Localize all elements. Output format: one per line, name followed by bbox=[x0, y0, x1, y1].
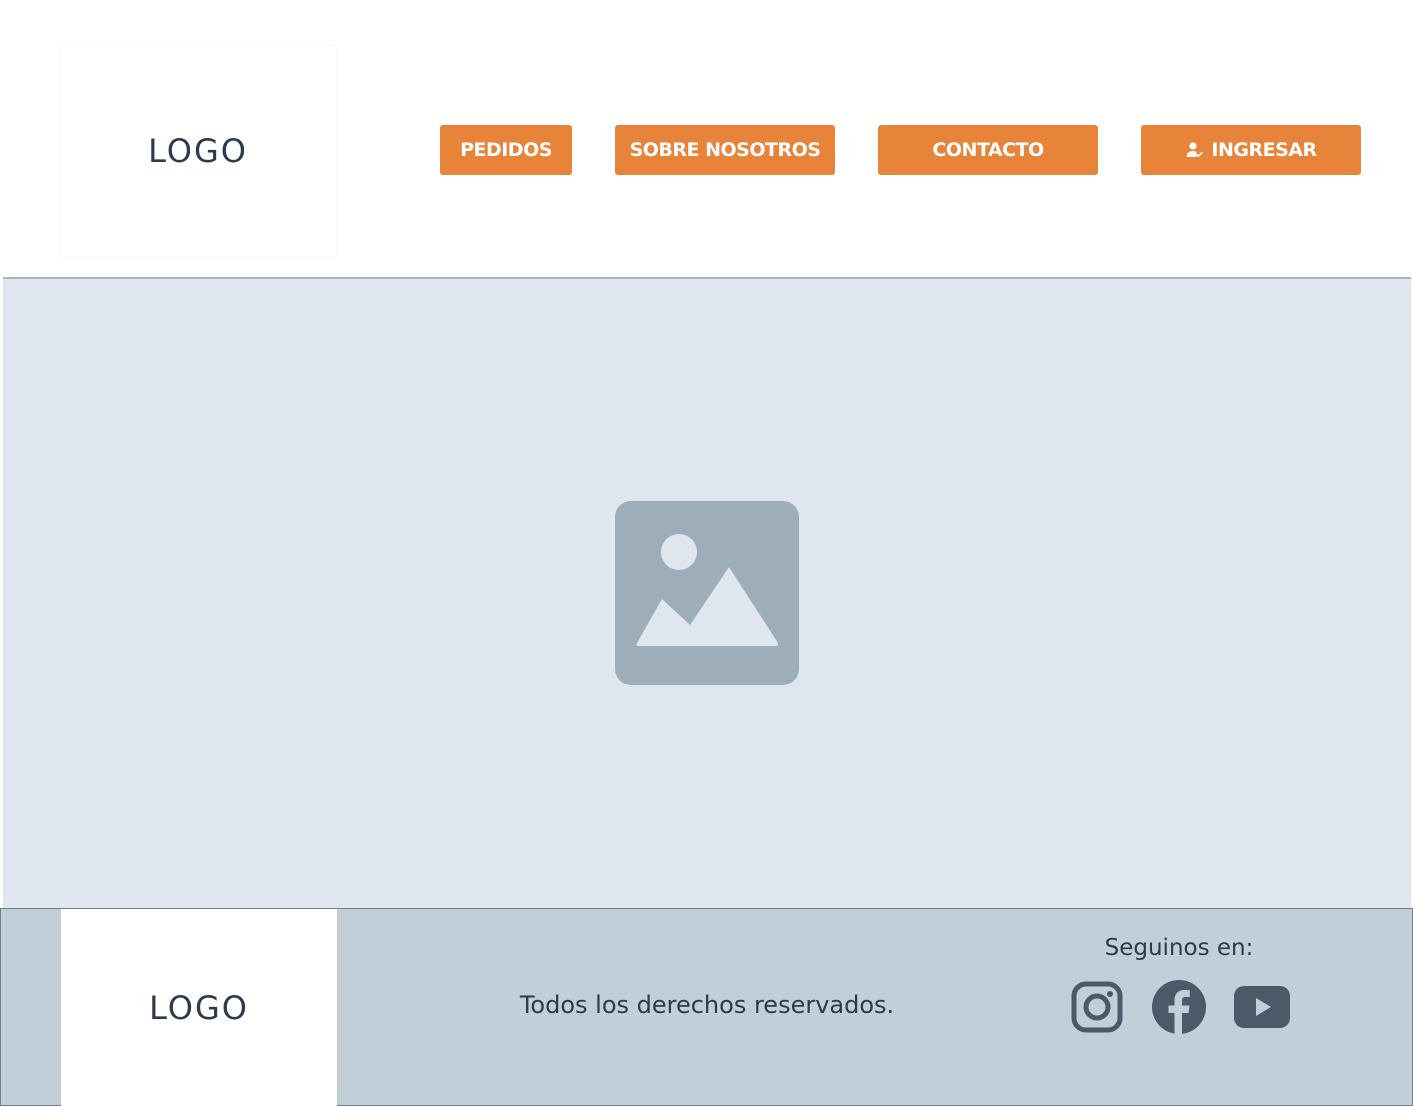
nav-button-pedidos-label: PEDIDOS bbox=[460, 139, 552, 161]
nav-button-sobre-nosotros-label: SOBRE NOSOTROS bbox=[629, 139, 821, 161]
facebook-icon[interactable] bbox=[1151, 979, 1207, 1035]
instagram-icon[interactable] bbox=[1071, 979, 1123, 1035]
footer-logo[interactable]: LOGO bbox=[61, 909, 337, 1106]
follow-us-label: Seguinos en: bbox=[1104, 935, 1254, 961]
site-footer: LOGO Todos los derechos reservados. Segu… bbox=[0, 908, 1413, 1106]
nav-button-ingresar-label: INGRESAR bbox=[1211, 139, 1317, 161]
image-placeholder-icon bbox=[615, 501, 799, 685]
header-logo[interactable]: LOGO bbox=[60, 46, 336, 256]
nav-button-sobre-nosotros[interactable]: SOBRE NOSOTROS bbox=[615, 125, 835, 175]
page: LOGO PEDIDOS SOBRE NOSOTROS CONTACTO ING… bbox=[0, 0, 1413, 1106]
hero-banner bbox=[3, 277, 1411, 908]
footer-logo-text: LOGO bbox=[149, 989, 249, 1027]
copyright-text: Todos los derechos reservados. bbox=[519, 991, 895, 1019]
nav-button-contacto[interactable]: CONTACTO bbox=[878, 125, 1098, 175]
nav-button-ingresar[interactable]: INGRESAR bbox=[1141, 125, 1361, 175]
user-check-icon bbox=[1186, 142, 1203, 158]
header-logo-text: LOGO bbox=[148, 132, 248, 170]
nav-button-pedidos[interactable]: PEDIDOS bbox=[440, 125, 572, 175]
site-header: LOGO PEDIDOS SOBRE NOSOTROS CONTACTO ING… bbox=[0, 0, 1413, 277]
youtube-icon[interactable] bbox=[1233, 979, 1291, 1035]
nav-button-contacto-label: CONTACTO bbox=[932, 139, 1044, 161]
